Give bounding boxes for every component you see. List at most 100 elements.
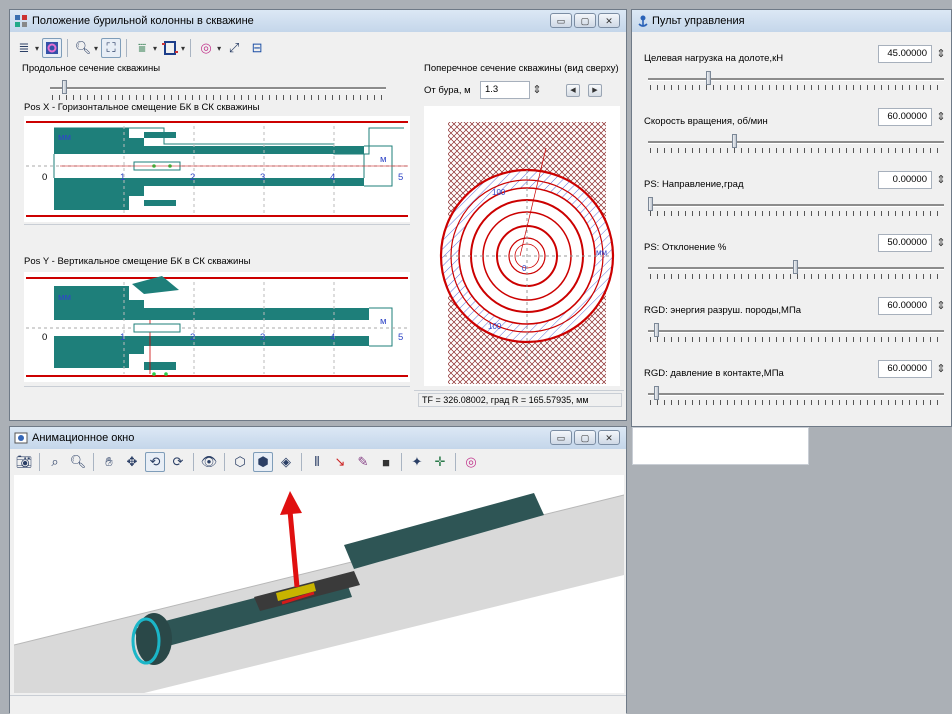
chevron-down-icon[interactable]: ▾ [153,44,157,53]
pos-y-unit-right: м [380,316,387,327]
param-slider-track[interactable] [648,78,944,81]
eye-icon[interactable]: 👁︎ [199,452,219,472]
move-icon[interactable]: ✥ [122,452,142,472]
param-value-input[interactable]: 0.00000 [878,171,932,189]
light-icon[interactable]: ✦ [407,452,427,472]
spin-arrows-icon[interactable]: ⇕ [934,46,948,62]
minimize-button[interactable]: ▭ [550,430,572,445]
maximize-button[interactable]: ▢ [574,430,596,445]
animation-window-icon [14,432,28,444]
param-slider-ticks [650,85,942,90]
export-icon[interactable]: ⊟ [247,38,267,58]
pos-y-tick-3: 3 [260,332,266,343]
cross-status-bar: TF = 326.08002, град R = 165.57935, мм [414,390,624,413]
param-value-input[interactable]: 60.00000 [878,297,932,315]
close-button[interactable]: ✕ [598,13,620,28]
spin-arrows-icon[interactable]: ⇕ [934,298,948,314]
drill-position-window: Положение бурильной колонны в скважине ▭… [9,9,627,421]
pos-y-plot: мм м 0 1 2 3 4 5 [24,272,410,382]
pos-x-unit-right: м [380,154,387,165]
color-settings-icon[interactable]: ◎ [461,452,481,472]
param-label: Целевая нагрузка на долоте,кН [644,53,784,64]
shaded-cube-icon[interactable]: ◈ [276,452,296,472]
cross-section-label: Поперечное сечение скважины (вид сверху) [424,63,619,74]
drill-window-titlebar[interactable]: Положение бурильной колонны в скважине ▭… [10,10,626,32]
maximize-button[interactable]: ▢ [574,13,596,28]
control-panel-titlebar[interactable]: Пульт управления [632,10,951,32]
spin-arrows-icon[interactable]: ⇕ [934,109,948,125]
zoom-icon[interactable]: 🔍︎ [73,38,93,58]
zoom-icon[interactable]: 🔍︎ [68,452,88,472]
rotate-lock-icon[interactable]: ⟳ [168,452,188,472]
expand-icon[interactable]: ⤢ [224,38,244,58]
minimize-button[interactable]: ▭ [550,13,572,28]
pos-y-tick-1: 1 [120,332,126,343]
pos-y-unit-left: мм [58,292,72,303]
param-slider-track[interactable] [648,204,944,207]
param-slider-track[interactable] [648,393,944,396]
spin-arrows-icon[interactable]: ⇕ [934,172,948,188]
pos-y-status-strip [24,386,410,409]
param-value-input[interactable]: 60.00000 [878,360,932,378]
box-icon[interactable]: ■ [376,452,396,472]
spin-arrows-icon[interactable]: ⇕ [934,235,948,251]
close-button[interactable]: ✕ [598,430,620,445]
animation-titlebar[interactable]: Анимационное окно ▭ ▢ ✕ [10,427,626,449]
drill-3d-scene [14,491,624,693]
color-settings-icon[interactable]: ◎ [196,38,216,58]
pos-x-title: Pos X - Горизонтальное смещение БК в СК … [24,102,260,113]
param-value-input[interactable]: 45.00000 [878,45,932,63]
rotate-icon[interactable]: ⟲ [145,452,165,472]
target-view-icon[interactable] [42,38,63,58]
frame-icon[interactable] [160,38,180,58]
chevron-down-icon[interactable]: ▾ [94,44,98,53]
from-drill-spin-icon[interactable]: ⇕ [530,82,544,98]
param-label: RGD: давление в контакте,МПа [644,368,784,379]
long-section-slider-track[interactable] [50,87,386,90]
param-slider-track[interactable] [648,330,944,333]
param-slider-thumb[interactable] [793,260,798,274]
param-slider-thumb[interactable] [648,197,653,211]
animation-viewport[interactable] [14,475,624,693]
param-slider-thumb[interactable] [732,134,737,148]
pen-icon[interactable]: ✎ [353,452,373,472]
param-slider-track[interactable] [648,141,944,144]
layers-icon[interactable]: ⩸ [132,38,152,58]
toolbar-separator [401,453,402,471]
wireframe-cube-icon[interactable]: ⬡ [230,452,250,472]
spin-arrows-icon[interactable]: ⇕ [934,361,948,377]
chevron-down-icon[interactable]: ▾ [181,44,185,53]
axes-icon[interactable]: ✛ [430,452,450,472]
solid-cube-icon[interactable]: ⬢ [253,452,273,472]
next-step-button[interactable]: ▶ [588,84,602,97]
pos-y-tick-0: 0 [42,332,48,343]
pos-x-drawing [26,121,408,217]
prev-step-button[interactable]: ◀ [566,84,580,97]
list-view-icon[interactable]: ≣ [14,38,34,58]
control-panel-window: Пульт управления Целевая нагрузка на дол… [631,9,952,427]
param-slider-thumb[interactable] [706,71,711,85]
param-slider-ticks [650,337,942,342]
toolbar-separator [301,453,302,471]
chevron-down-icon[interactable]: ▾ [35,44,39,53]
chevron-down-icon[interactable]: ▾ [217,44,221,53]
long-section-slider-thumb[interactable] [62,80,67,94]
param-slider-thumb[interactable] [654,323,659,337]
param-value-input[interactable]: 60.00000 [878,108,932,126]
cross-section-plot: 100 100 0 мм [424,106,620,386]
camera-icon[interactable]: 📷︎ [14,452,34,472]
param-slider-thumb[interactable] [654,386,659,400]
from-drill-input[interactable]: 1.3 [480,81,530,99]
pos-x-plot: мм м 0 1 2 3 4 5 [24,116,410,222]
app-grid-icon [15,15,27,27]
pipe-joint-icon[interactable]: ⫴ [307,452,327,472]
control-anchor-icon [638,15,648,27]
pos-y-drawing [26,276,408,377]
toolbar-separator [455,453,456,471]
pan-hand-icon[interactable]: ✋︎ [99,452,119,472]
param-label: PS: Направление,град [644,179,744,190]
zoom-window-icon[interactable]: ⌕ [45,452,65,472]
red-probe-icon[interactable]: ↘ [330,452,350,472]
fit-view-icon[interactable]: ⛶ [101,38,122,58]
param-value-input[interactable]: 50.00000 [878,234,932,252]
